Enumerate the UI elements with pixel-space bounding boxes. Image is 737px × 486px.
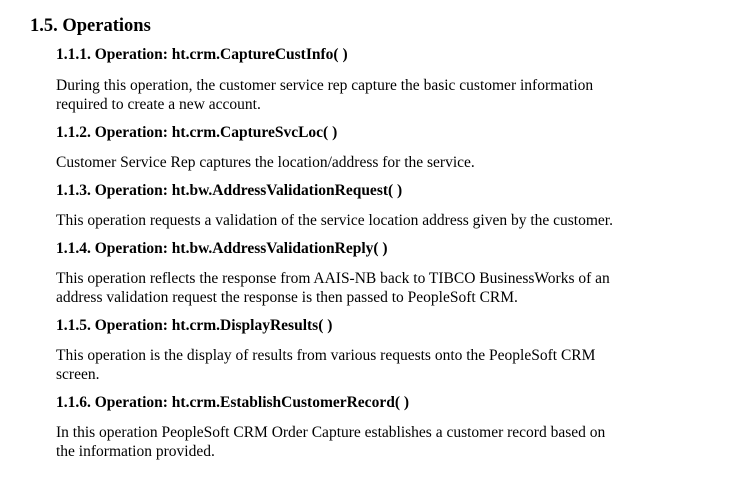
description-line: screen. <box>56 366 100 383</box>
description-line: required to create a new account. <box>56 96 261 113</box>
operation-heading-capture-svc-loc: 1.1.2. Operation: ht.crm.CaptureSvcLoc( … <box>56 124 338 141</box>
description-line: This operation is the display of results… <box>56 347 596 364</box>
operation-description-capture-svc-loc: Customer Service Rep captures the locati… <box>56 153 716 172</box>
document-page: 1.5. Operations 1.1.1. Operation: ht.crm… <box>0 0 737 486</box>
description-line: Customer Service Rep captures the locati… <box>56 154 475 171</box>
operation-description-address-validation-reply: This operation reflects the response fro… <box>56 269 716 307</box>
operation-description-establish-customer-record: In this operation PeopleSoft CRM Order C… <box>56 423 716 461</box>
operation-heading-display-results: 1.1.5. Operation: ht.crm.DisplayResults(… <box>56 317 333 334</box>
operation-description-address-validation-request: This operation requests a validation of … <box>56 211 716 230</box>
operation-description-display-results: This operation is the display of results… <box>56 346 716 384</box>
operation-description-capture-cust-info: During this operation, the customer serv… <box>56 76 716 114</box>
operation-heading-establish-customer-record: 1.1.6. Operation: ht.crm.EstablishCustom… <box>56 394 410 411</box>
description-line: address validation request the response … <box>56 289 518 306</box>
description-line: This operation requests a validation of … <box>56 212 613 229</box>
section-heading: 1.5. Operations <box>30 16 151 36</box>
operation-heading-capture-cust-info: 1.1.1. Operation: ht.crm.CaptureCustInfo… <box>56 46 348 63</box>
operation-heading-address-validation-reply: 1.1.4. Operation: ht.bw.AddressValidatio… <box>56 240 388 257</box>
description-line: During this operation, the customer serv… <box>56 77 594 94</box>
description-line: the information provided. <box>56 443 215 460</box>
description-line: This operation reflects the response fro… <box>56 270 610 287</box>
description-line: In this operation PeopleSoft CRM Order C… <box>56 424 606 441</box>
operation-heading-address-validation-request: 1.1.3. Operation: ht.bw.AddressValidatio… <box>56 182 403 199</box>
